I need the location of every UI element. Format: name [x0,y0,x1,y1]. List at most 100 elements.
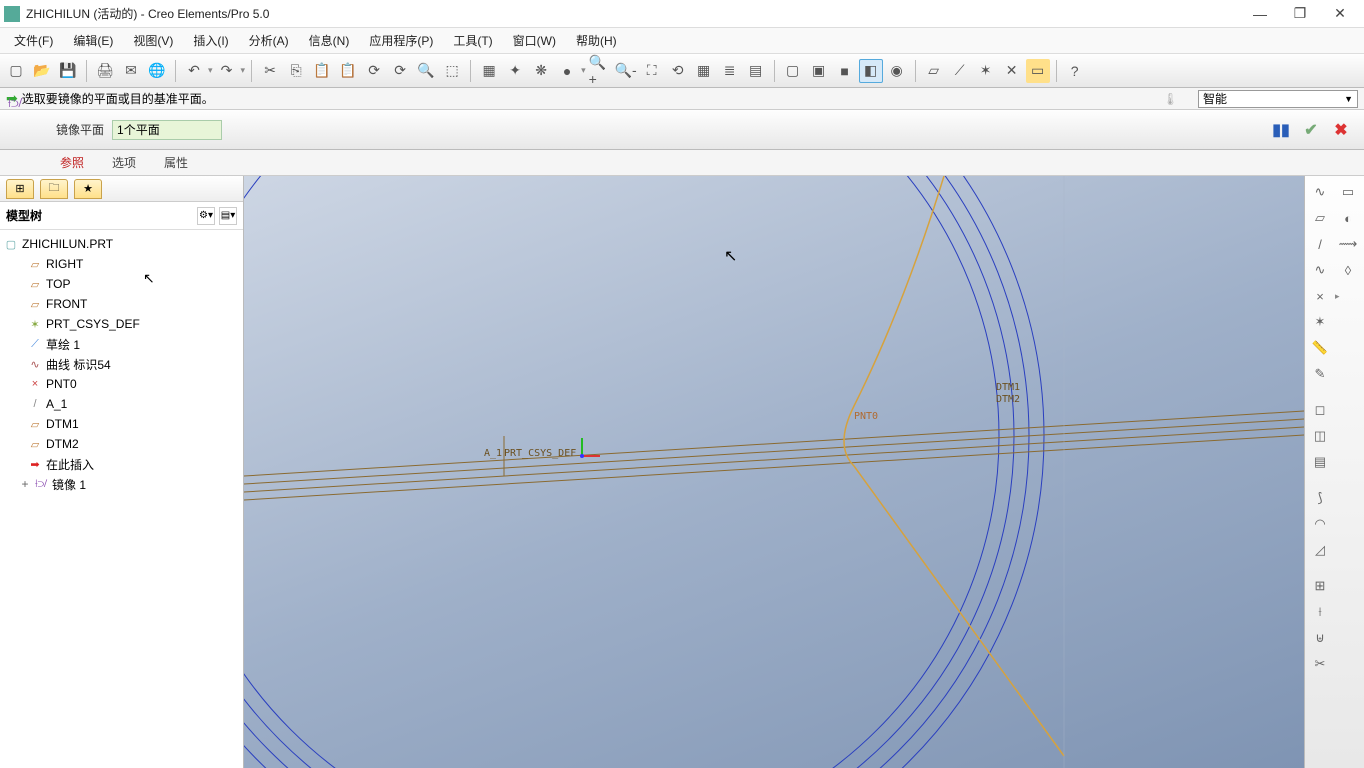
hidden-icon[interactable]: ▣ [807,59,831,83]
menu-help[interactable]: 帮助(H) [566,28,627,53]
rib-icon[interactable]: ▤ [1307,450,1333,474]
save-icon[interactable]: 💾 [56,59,80,83]
datum-axis-icon[interactable]: ⟋ [948,59,972,83]
extrude-icon[interactable]: ▭ [1335,180,1361,204]
select-icon[interactable]: ⬚ [440,59,464,83]
datum-csys-icon[interactable]: ✕ [1000,59,1024,83]
folder-tab[interactable]: 🗀 [40,179,68,199]
tree-item[interactable]: ▱RIGHT [2,254,241,274]
tree-item[interactable]: ✶PRT_CSYS_DEF [2,314,241,334]
tree-settings-button[interactable]: ⚙▾ [197,207,215,225]
graphics-viewport[interactable]: DTM1 DTM2 PNT0 PRT_CSYS_DEF A_1 ↖ [244,176,1304,768]
enhance-icon[interactable]: ◉ [885,59,909,83]
minimize-button[interactable]: — [1240,2,1280,26]
find-icon[interactable]: 🔍 [414,59,438,83]
trim-icon[interactable]: ✂ [1307,652,1333,676]
hole-icon[interactable]: ◻ [1307,398,1333,422]
open-icon[interactable]: 📂 [30,59,54,83]
menu-window[interactable]: 窗口(W) [503,28,566,53]
shading-icon[interactable]: ◧ [859,59,883,83]
layer-icon[interactable]: ≣ [718,59,742,83]
menu-app[interactable]: 应用程序(P) [359,28,443,53]
sketch-tool-icon[interactable]: ∿ [1307,180,1333,204]
orient-icon[interactable]: ⟲ [666,59,690,83]
undo-icon[interactable]: ↶ [182,59,206,83]
tree-item[interactable]: ▱TOP [2,274,241,294]
point-tool-icon[interactable]: × [1307,284,1333,308]
tree-item[interactable]: /A_1 [2,394,241,414]
tree-item[interactable]: ▱FRONT [2,294,241,314]
print-icon[interactable]: 🖨 [93,59,117,83]
datum-plane-icon[interactable]: ▱ [922,59,946,83]
csys-tool-icon[interactable]: ✶ [1307,310,1333,334]
mirror-tool-icon[interactable]: ⟊ [1307,600,1333,624]
repaint-icon[interactable]: ▦ [477,59,501,83]
round-icon[interactable]: ◠ [1307,512,1333,536]
plane-tool-icon[interactable]: ▱ [1307,206,1333,230]
pattern-icon[interactable]: ⊞ [1307,574,1333,598]
paste-icon[interactable]: 📋 [310,59,334,83]
redo-icon[interactable]: ↷ [215,59,239,83]
chamfer-icon[interactable]: ◿ [1307,538,1333,562]
maximize-button[interactable]: ❐ [1280,2,1320,26]
regen-icon[interactable]: ⟳ [362,59,386,83]
selection-filter-dropdown[interactable]: 智能 ▼ [1198,90,1358,108]
merge-icon[interactable]: ⊎ [1307,626,1333,650]
web-icon[interactable]: 🌐 [145,59,169,83]
tab-references[interactable]: 参照 [46,150,98,175]
tree-item[interactable]: ▱DTM1 [2,414,241,434]
sweep-icon[interactable]: ⟿ [1335,232,1361,256]
tree-item[interactable]: ⟋草绘 1 [2,334,241,354]
tree-item-mirror[interactable]: + ⟊⟉ 镜像 1 [2,474,241,494]
draft-icon[interactable]: ⟆ [1307,486,1333,510]
tab-properties[interactable]: 属性 [150,150,202,175]
style-icon[interactable]: ✎ [1307,362,1333,386]
tree-item[interactable]: ∿曲线 标识54 [2,354,241,374]
model-tree[interactable]: ▢ ZHICHILUN.PRT ▱RIGHT ▱TOP ▱FRONT ✶PRT_… [0,230,243,768]
tree-root[interactable]: ▢ ZHICHILUN.PRT [2,234,241,254]
zoomout-icon[interactable]: 🔍- [614,59,638,83]
help-icon[interactable]: ? [1063,59,1087,83]
annot-icon[interactable]: ▭ [1026,59,1050,83]
mail-icon[interactable]: ✉ [119,59,143,83]
expand-icon[interactable]: + [20,477,30,491]
modeltree-tab[interactable]: ⊞ [6,179,34,199]
shell-icon[interactable]: ◫ [1307,424,1333,448]
menu-info[interactable]: 信息(N) [299,28,360,53]
close-button[interactable]: ✕ [1320,2,1360,26]
ruler-icon[interactable]: 📏 [1307,336,1333,360]
savedview-icon[interactable]: ▦ [692,59,716,83]
tab-options[interactable]: 选项 [98,150,150,175]
ok-button[interactable]: ✔ [1300,119,1322,141]
new-icon[interactable]: ▢ [4,59,28,83]
mirror-plane-collector[interactable] [112,120,222,140]
revolve-icon[interactable]: ◐ [1335,206,1361,230]
wire-icon[interactable]: ▢ [781,59,805,83]
tree-item[interactable]: ▱DTM2 [2,434,241,454]
menu-view[interactable]: 视图(V) [123,28,183,53]
paste2-icon[interactable]: 📋 [336,59,360,83]
zoomfit-icon[interactable]: ⛶ [640,59,664,83]
viewmgr-icon[interactable]: ▤ [744,59,768,83]
menu-tools[interactable]: 工具(T) [443,28,502,53]
copy-icon[interactable]: ⎘ [284,59,308,83]
menu-insert[interactable]: 插入(I) [183,28,238,53]
shade-icon[interactable]: ● [555,59,579,83]
tree-show-button[interactable]: ▤▾ [219,207,237,225]
axis-tool-icon[interactable]: / [1307,232,1333,256]
menu-analysis[interactable]: 分析(A) [239,28,299,53]
favorites-tab[interactable]: ★ [74,179,102,199]
cut-icon[interactable]: ✂ [258,59,282,83]
datum-point-icon[interactable]: ✶ [974,59,998,83]
zoomin-icon[interactable]: 🔍+ [588,59,612,83]
nohidden-icon[interactable]: ■ [833,59,857,83]
spin2-icon[interactable]: ❋ [529,59,553,83]
menu-file[interactable]: 文件(F) [4,28,63,53]
tree-item-insert[interactable]: ➡在此插入 [2,454,241,474]
spin-icon[interactable]: ✦ [503,59,527,83]
menu-edit[interactable]: 编辑(E) [63,28,123,53]
blend-icon[interactable]: ◊ [1335,258,1361,282]
regen2-icon[interactable]: ⟳ [388,59,412,83]
cancel-button[interactable]: ✖ [1330,119,1352,141]
tree-item[interactable]: ×PNT0 [2,374,241,394]
